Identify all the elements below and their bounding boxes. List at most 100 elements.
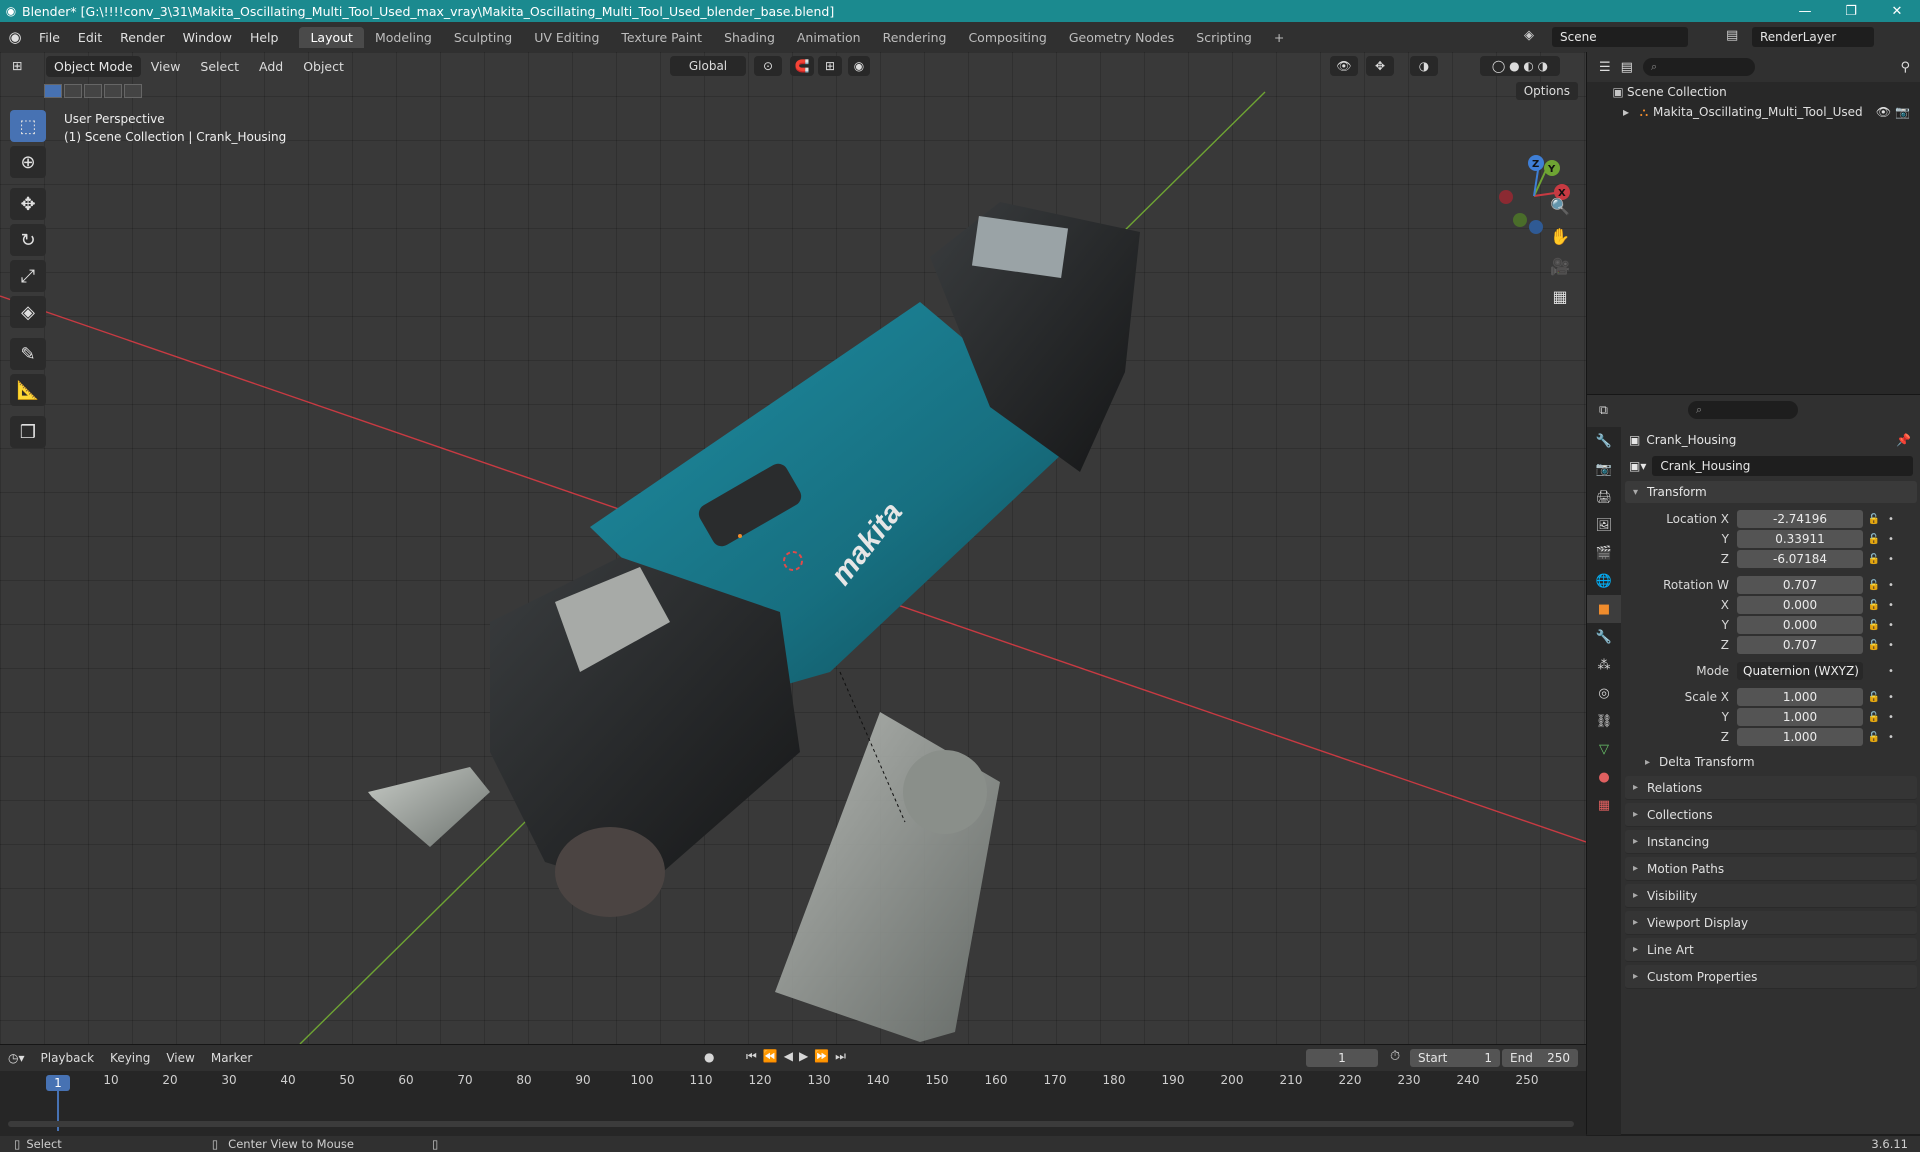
annotate-icon[interactable]: ✎ [10, 338, 46, 370]
lock-icon[interactable]: 🔓 [1863, 580, 1885, 591]
keyframe-dot-icon[interactable]: • [1885, 554, 1897, 565]
3d-viewport[interactable]: makita X Y Z ⊞ Object Mode View Select A… [0, 52, 1586, 1044]
view-layer-selector[interactable]: RenderLayer [1752, 27, 1874, 47]
pan-hand-icon[interactable]: ✋ [1546, 222, 1574, 250]
outliner-search[interactable]: ⌕ [1642, 58, 1755, 76]
menu-render[interactable]: Render [111, 30, 174, 45]
mode-selector[interactable]: Object Mode [46, 55, 141, 77]
options-button[interactable]: Options [1515, 82, 1578, 100]
grid-projection-icon[interactable]: ▦ [1546, 282, 1574, 310]
timeline-ruler[interactable]: 10 20 30 40 50 60 70 80 90 100 110 120 1… [0, 1071, 1586, 1091]
select-subtract-icon[interactable] [84, 84, 102, 98]
lock-icon[interactable]: 🔓 [1863, 514, 1885, 525]
keyframe-dot-icon[interactable]: • [1885, 666, 1897, 677]
camera-icon[interactable]: 📷 [1895, 105, 1910, 119]
modifier-tab-icon[interactable]: 🔧 [1587, 623, 1621, 651]
viewport-display-panel[interactable]: ▸ Viewport Display [1625, 911, 1917, 935]
lock-icon[interactable]: 🔓 [1863, 692, 1885, 703]
properties-search[interactable]: ⌕ [1687, 401, 1798, 419]
object-data-icon[interactable]: ▣▾ [1629, 459, 1646, 473]
render-tab-icon[interactable]: 📷 [1587, 455, 1621, 483]
data-tab-icon[interactable]: ▽ [1587, 735, 1621, 763]
pin-icon[interactable]: 📌 [1896, 433, 1911, 447]
keyframe-dot-icon[interactable]: • [1885, 534, 1897, 545]
tree-row-object[interactable]: ▸ ⛬ Makita_Oscillating_Multi_Tool_Used 👁… [1587, 102, 1920, 122]
menu-file[interactable]: File [30, 30, 69, 45]
scale-icon[interactable]: ⤢ [10, 260, 46, 292]
lock-icon[interactable]: 🔓 [1863, 534, 1885, 545]
transform-icon[interactable]: ◈ [10, 296, 46, 328]
rotation-mode-dropdown[interactable]: Quaternion (WXYZ) [1737, 662, 1863, 680]
end-frame-field[interactable]: End 250 [1502, 1049, 1578, 1067]
scale-x-field[interactable]: 1.000 [1737, 688, 1863, 706]
menu-help[interactable]: Help [241, 30, 288, 45]
rotation-w-field[interactable]: 0.707 [1737, 576, 1863, 594]
lock-icon[interactable]: 🔓 [1863, 620, 1885, 631]
location-x-field[interactable]: -2.74196 [1737, 510, 1863, 528]
location-y-field[interactable]: 0.33911 [1737, 530, 1863, 548]
rotation-z-field[interactable]: 0.707 [1737, 636, 1863, 654]
blender-menu-icon[interactable]: ◉ [0, 28, 30, 46]
keyframe-dot-icon[interactable]: • [1885, 620, 1897, 631]
scale-y-field[interactable]: 1.000 [1737, 708, 1863, 726]
select-invert-icon[interactable] [104, 84, 122, 98]
physics-tab-icon[interactable]: ◎ [1587, 679, 1621, 707]
scene-icon[interactable]: ◈ [1524, 28, 1534, 43]
line-art-panel[interactable]: ▸ Line Art [1625, 938, 1917, 962]
menu-playback[interactable]: Playback [33, 1051, 103, 1065]
select-box-icon[interactable]: ⬚ [10, 110, 46, 142]
menu-timeline-view[interactable]: View [158, 1051, 202, 1065]
close-button[interactable]: ✕ [1874, 0, 1920, 22]
move-icon[interactable]: ✥ [10, 188, 46, 220]
keyframe-dot-icon[interactable]: • [1885, 640, 1897, 651]
cursor-icon[interactable]: ⊕ [10, 146, 46, 178]
add-workspace-button[interactable]: + [1263, 27, 1295, 48]
world-tab-icon[interactable]: 🌐 [1587, 567, 1621, 595]
keyframe-dot-icon[interactable]: • [1885, 692, 1897, 703]
keyframe-dot-icon[interactable]: • [1885, 580, 1897, 591]
timeline-editor-icon[interactable]: ◷▾ [0, 1051, 33, 1065]
zoom-icon[interactable]: 🔍 [1546, 192, 1574, 220]
lock-icon[interactable]: 🔓 [1863, 600, 1885, 611]
gizmo-toggle-icon[interactable]: ✥ [1366, 56, 1394, 76]
keyframe-dot-icon[interactable]: • [1885, 732, 1897, 743]
menu-marker[interactable]: Marker [203, 1051, 260, 1065]
menu-select[interactable]: Select [190, 59, 249, 74]
select-intersect-icon[interactable] [124, 84, 142, 98]
lock-icon[interactable]: 🔓 [1863, 732, 1885, 743]
camera-view-icon[interactable]: 🎥 [1546, 252, 1574, 280]
material-tab-icon[interactable]: ● [1587, 763, 1621, 791]
collections-panel[interactable]: ▸ Collections [1625, 803, 1917, 827]
tool-tab-icon[interactable]: 🔧 [1587, 427, 1621, 455]
tab-sculpting[interactable]: Sculpting [443, 27, 523, 48]
visibility-icon[interactable]: 👁 [1330, 56, 1358, 76]
view-layer-icon[interactable]: ▤ [1726, 28, 1738, 43]
visibility-panel[interactable]: ▸ Visibility [1625, 884, 1917, 908]
stopwatch-icon[interactable]: ⏱ [1390, 1049, 1400, 1064]
instancing-panel[interactable]: ▸ Instancing [1625, 830, 1917, 854]
keyframe-dot-icon[interactable]: • [1885, 600, 1897, 611]
shading-modes[interactable]: ◯ ● ◐ ◑ [1480, 56, 1560, 76]
proportional-edit-icon[interactable]: ◉ [848, 56, 870, 76]
tab-rendering[interactable]: Rendering [872, 27, 958, 48]
custom-properties-panel[interactable]: ▸ Custom Properties [1625, 965, 1917, 989]
editor-type-icon[interactable]: ⊞ [12, 58, 22, 73]
minimize-button[interactable]: — [1782, 0, 1828, 22]
lock-icon[interactable]: 🔓 [1863, 554, 1885, 565]
constraints-tab-icon[interactable]: ⛓ [1587, 707, 1621, 735]
tab-geometry-nodes[interactable]: Geometry Nodes [1058, 27, 1185, 48]
snap-icon[interactable]: 🧲 [790, 56, 814, 76]
menu-keying[interactable]: Keying [102, 1051, 158, 1065]
output-tab-icon[interactable]: 🖨 [1587, 483, 1621, 511]
tab-compositing[interactable]: Compositing [957, 27, 1057, 48]
delta-transform-panel[interactable]: ▸ Delta Transform [1625, 751, 1917, 773]
keyframe-dot-icon[interactable]: • [1885, 514, 1897, 525]
outliner-editor-icon[interactable]: ☰ [1599, 60, 1611, 75]
tab-texture-paint[interactable]: Texture Paint [610, 27, 713, 48]
snap-target-icon[interactable]: ⊞ [818, 56, 842, 76]
add-cube-icon[interactable]: ❒ [10, 416, 46, 448]
motion-paths-panel[interactable]: ▸ Motion Paths [1625, 857, 1917, 881]
record-icon[interactable]: ● [704, 1050, 714, 1064]
overlays-icon[interactable]: ◑ [1410, 56, 1438, 76]
menu-window[interactable]: Window [174, 30, 241, 45]
